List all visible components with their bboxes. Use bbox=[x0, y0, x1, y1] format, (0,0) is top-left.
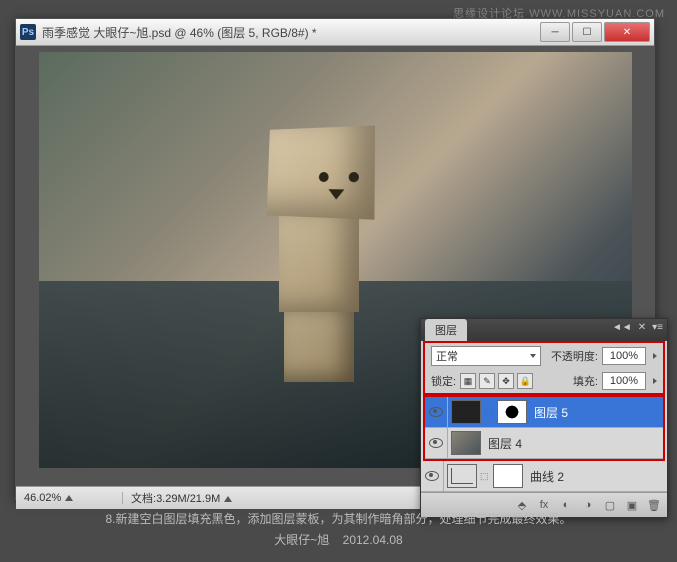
lock-position-icon[interactable]: ✥ bbox=[498, 373, 514, 389]
zoom-arrow-icon bbox=[65, 495, 73, 501]
layer-thumbnail[interactable] bbox=[451, 400, 481, 424]
opacity-label: 不透明度: bbox=[551, 348, 598, 364]
maximize-button[interactable]: ☐ bbox=[572, 22, 602, 42]
mask-thumbnail[interactable] bbox=[497, 400, 527, 424]
opacity-arrow-icon[interactable] bbox=[653, 353, 657, 359]
highlight-box-1: 正常 不透明度: 100% 锁定: ▦ ✎ ✥ 🔒 填充: 100% bbox=[423, 341, 665, 395]
panel-close-icon[interactable]: ✕ bbox=[638, 322, 646, 333]
panel-collapse-icon[interactable]: ◄◄ bbox=[612, 322, 632, 333]
adjustment-thumbnail[interactable] bbox=[447, 464, 477, 488]
fill-input[interactable]: 100% bbox=[602, 372, 646, 390]
blend-mode-select[interactable]: 正常 bbox=[431, 346, 541, 366]
caption-line2: 大眼仔~旭 2012.04.08 bbox=[0, 530, 677, 550]
layer-name[interactable]: 曲线 2 bbox=[526, 468, 564, 485]
layer-name[interactable]: 图层 5 bbox=[530, 404, 568, 421]
zoom-level[interactable]: 46.02% bbox=[16, 492, 123, 504]
lock-all-icon[interactable]: 🔒 bbox=[517, 373, 533, 389]
panel-menu-icon[interactable]: ▾≡ bbox=[652, 322, 663, 333]
layer-name[interactable]: 图层 4 bbox=[484, 435, 522, 452]
eye-icon bbox=[429, 407, 443, 417]
visibility-toggle[interactable] bbox=[421, 461, 444, 491]
lock-row: 锁定: ▦ ✎ ✥ 🔒 填充: 100% bbox=[425, 369, 663, 393]
caption-line1: 8.新建空白图层填充黑色，添加图层蒙板，为其制作暗角部分，处理细节完成最终效果。 bbox=[0, 509, 677, 529]
layer-row-curves[interactable]: ⬚ 曲线 2 bbox=[421, 461, 667, 492]
link-icon: ⬚ bbox=[484, 407, 494, 418]
minimize-button[interactable]: ─ bbox=[540, 22, 570, 42]
eye-icon bbox=[429, 438, 443, 448]
fill-arrow-icon[interactable] bbox=[653, 378, 657, 384]
app-icon: Ps bbox=[20, 24, 36, 40]
close-button[interactable]: ✕ bbox=[604, 22, 650, 42]
link-icon: ⬚ bbox=[480, 471, 490, 482]
window-title: 雨季感觉 大眼仔~旭.psd @ 46% (图层 5, RGB/8#) * bbox=[42, 24, 538, 41]
highlight-box-2: ⬚ 图层 5 图层 4 bbox=[423, 395, 665, 461]
layer-row-4[interactable]: 图层 4 bbox=[425, 428, 663, 459]
layer-thumbnail[interactable] bbox=[451, 431, 481, 455]
visibility-toggle[interactable] bbox=[425, 428, 448, 458]
mask-thumbnail[interactable] bbox=[493, 464, 523, 488]
doc-info[interactable]: 文档:3.29M/21.9M bbox=[123, 490, 240, 506]
layer-list: ⬚ 图层 5 图层 4 ⬚ 曲线 2 bbox=[421, 395, 667, 492]
titlebar: Ps 雨季感觉 大眼仔~旭.psd @ 46% (图层 5, RGB/8#) *… bbox=[16, 19, 654, 46]
eye-icon bbox=[425, 471, 439, 481]
layer-row-5[interactable]: ⬚ 图层 5 bbox=[425, 397, 663, 428]
lock-label: 锁定: bbox=[431, 373, 456, 389]
window-controls: ─ ☐ ✕ bbox=[538, 22, 650, 42]
fill-label: 填充: bbox=[573, 373, 598, 389]
doc-arrow-icon bbox=[224, 496, 232, 502]
lock-pixels-icon[interactable]: ✎ bbox=[479, 373, 495, 389]
tab-layers[interactable]: 图层 bbox=[425, 319, 467, 341]
panel-tabbar: 图层 ◄◄ ✕ ▾≡ bbox=[421, 319, 667, 341]
caption: 8.新建空白图层填充黑色，添加图层蒙板，为其制作暗角部分，处理细节完成最终效果。… bbox=[0, 509, 677, 550]
opacity-input[interactable]: 100% bbox=[602, 347, 646, 365]
layers-panel: 图层 ◄◄ ✕ ▾≡ 正常 不透明度: 100% 锁定: ▦ ✎ ✥ 🔒 填充:… bbox=[420, 318, 668, 518]
dropdown-icon bbox=[530, 354, 536, 358]
lock-transparent-icon[interactable]: ▦ bbox=[460, 373, 476, 389]
lock-icons: ▦ ✎ ✥ 🔒 bbox=[460, 373, 533, 389]
blend-row: 正常 不透明度: 100% bbox=[425, 343, 663, 369]
visibility-toggle[interactable] bbox=[425, 397, 448, 427]
